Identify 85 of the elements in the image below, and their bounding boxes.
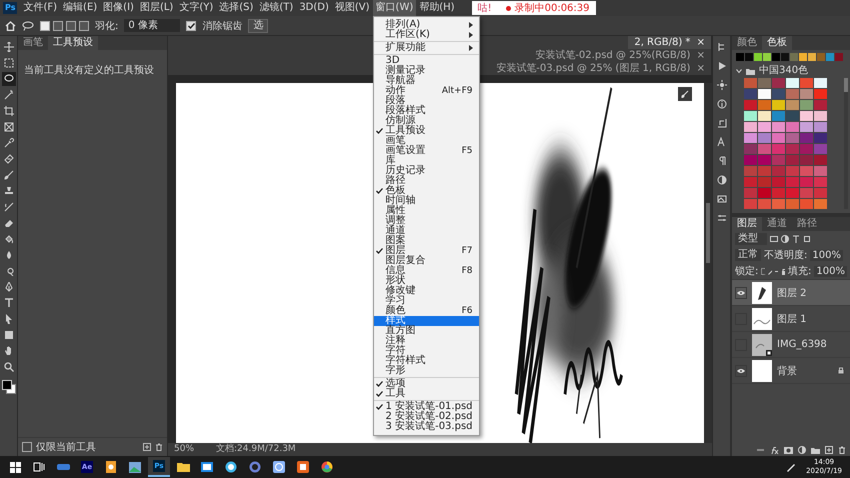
menu-item[interactable]: 字符样式 <box>374 356 479 366</box>
menu-item[interactable]: 画笔设置 F5 <box>374 146 479 156</box>
menu-item[interactable]: 扩展功能 <box>374 43 479 53</box>
menu-item[interactable]: 样式 <box>374 316 479 326</box>
menu-item[interactable]: 色板 <box>374 186 479 196</box>
layer-row[interactable]: 图层 2 <box>732 280 850 306</box>
menu-item[interactable]: 画笔 <box>374 136 479 146</box>
menu-item[interactable]: 工作区(K) <box>374 30 479 40</box>
menu-item[interactable]: 时间轴 <box>374 196 479 206</box>
document-size: 文档:24.9M/72.3M <box>216 444 296 455</box>
menu-item[interactable]: 段落 <box>374 96 479 106</box>
menu-item[interactable]: 调整 <box>374 216 479 226</box>
menu-item[interactable]: 动作 Alt+F9 <box>374 86 479 96</box>
menu-item[interactable]: 3 安装试笔-03.psd <box>374 422 479 432</box>
menu-item[interactable]: 颜色 F6 <box>374 306 479 316</box>
opacity-label: 不透明度: <box>764 248 808 262</box>
menu-item[interactable]: 历史记录 <box>374 166 479 176</box>
menu-item[interactable]: 文件(F) <box>20 0 60 16</box>
menu-item[interactable]: 形状 <box>374 276 479 286</box>
document-tab[interactable]: 2, RGB/8) * × <box>628 36 712 49</box>
panel-tab[interactable]: 通道 <box>762 217 792 231</box>
menu-item[interactable]: 字形 <box>374 366 479 376</box>
menu-item[interactable]: 仿制源 <box>374 116 479 126</box>
close-button[interactable]: × <box>696 50 705 61</box>
menu-item[interactable]: 测量记录 <box>374 66 479 76</box>
menu-item[interactable]: 修改键 <box>374 286 479 296</box>
menu-item[interactable]: 工具 <box>374 389 479 399</box>
layer-row[interactable]: IMG_6398 <box>732 332 850 358</box>
empty-message: 当前工具没有定义的工具预设 <box>24 65 154 76</box>
panel-tab[interactable]: 画笔 <box>18 36 48 50</box>
menu-item[interactable]: 图像(I) <box>100 0 137 16</box>
lock-label: 锁定: <box>735 264 758 278</box>
recording-timer: 录制中00:06:39 <box>514 2 590 15</box>
menu-item[interactable]: 学习 <box>374 296 479 306</box>
app-logo[interactable]: Ps <box>3 2 18 14</box>
menu-item[interactable]: 视图(V) <box>332 0 373 16</box>
menu-item[interactable]: 库 <box>374 156 479 166</box>
close-button[interactable]: × <box>696 63 705 74</box>
fill-label: 填充: <box>788 264 812 278</box>
menu-item[interactable]: 通道 <box>374 226 479 236</box>
menu-item[interactable]: 排列(A) <box>374 20 479 30</box>
panel-tab[interactable]: 路径 <box>792 217 822 231</box>
menu-item[interactable]: 选项 <box>374 379 479 389</box>
menu-item[interactable]: 工具预设 <box>374 126 479 136</box>
menu-item[interactable]: 滤镜(T) <box>256 0 296 16</box>
menu-item[interactable]: 直方图 <box>374 326 479 336</box>
menu-item[interactable]: 图层复合 <box>374 256 479 266</box>
menu-item[interactable]: 帮助(H) <box>416 0 458 16</box>
antialias-label: 消除锯齿 <box>202 20 242 32</box>
opacity-field[interactable]: 100% <box>810 250 843 260</box>
select-button[interactable]: 选 <box>248 18 268 32</box>
filter-dropdown[interactable]: 类型 <box>735 233 767 245</box>
panel-tab[interactable]: 工具预设 <box>48 36 98 50</box>
menu-item[interactable]: 信息 F8 <box>374 266 479 276</box>
panel-tab[interactable]: 颜色 <box>732 36 762 50</box>
feather-label: 羽化: <box>95 20 118 32</box>
menu-item[interactable]: 图案 <box>374 236 479 246</box>
panel-tab[interactable]: 色板 <box>762 36 792 50</box>
menu-item[interactable]: 图层(L) <box>136 0 176 16</box>
blend-mode-dropdown[interactable]: 正常 <box>735 249 761 261</box>
layer-row[interactable]: 背景 <box>732 358 850 384</box>
menu-item[interactable]: 图层 F7 <box>374 246 479 256</box>
close-button[interactable]: × <box>696 37 705 48</box>
menu-item[interactable]: 导航器 <box>374 76 479 86</box>
recorder-name: 咕! <box>478 2 492 15</box>
swatch-group[interactable]: 中国340色 <box>732 64 850 78</box>
panel-tab[interactable]: 图层 <box>732 217 762 231</box>
menu-item[interactable]: 字符 <box>374 346 479 356</box>
menu-item[interactable]: 文字(Y) <box>176 0 216 16</box>
menu-item[interactable]: 路径 <box>374 176 479 186</box>
checkbox-label: 仅限当前工具 <box>36 440 96 454</box>
menu-item[interactable]: 编辑(E) <box>60 0 100 16</box>
menu-item[interactable]: 2 安装试笔-02.psd <box>374 412 479 422</box>
menu-item[interactable]: 3D(D) <box>296 0 332 16</box>
menu-item[interactable]: 窗口(W) <box>372 0 416 16</box>
menu-item[interactable]: 3D <box>374 56 479 66</box>
menu-item[interactable]: 选择(S) <box>216 0 256 16</box>
zoom-level: 50% <box>174 444 194 455</box>
menu-item[interactable]: 属性 <box>374 206 479 216</box>
menu-item[interactable]: 1 安装试笔-01.psd <box>374 402 479 412</box>
feather-field[interactable]: 0 像素 <box>124 19 180 32</box>
menu-item[interactable]: 注释 <box>374 336 479 346</box>
menu-item[interactable]: 段落样式 <box>374 106 479 116</box>
layer-row[interactable]: 图层 1 <box>732 306 850 332</box>
fill-field[interactable]: 100% <box>814 266 847 276</box>
